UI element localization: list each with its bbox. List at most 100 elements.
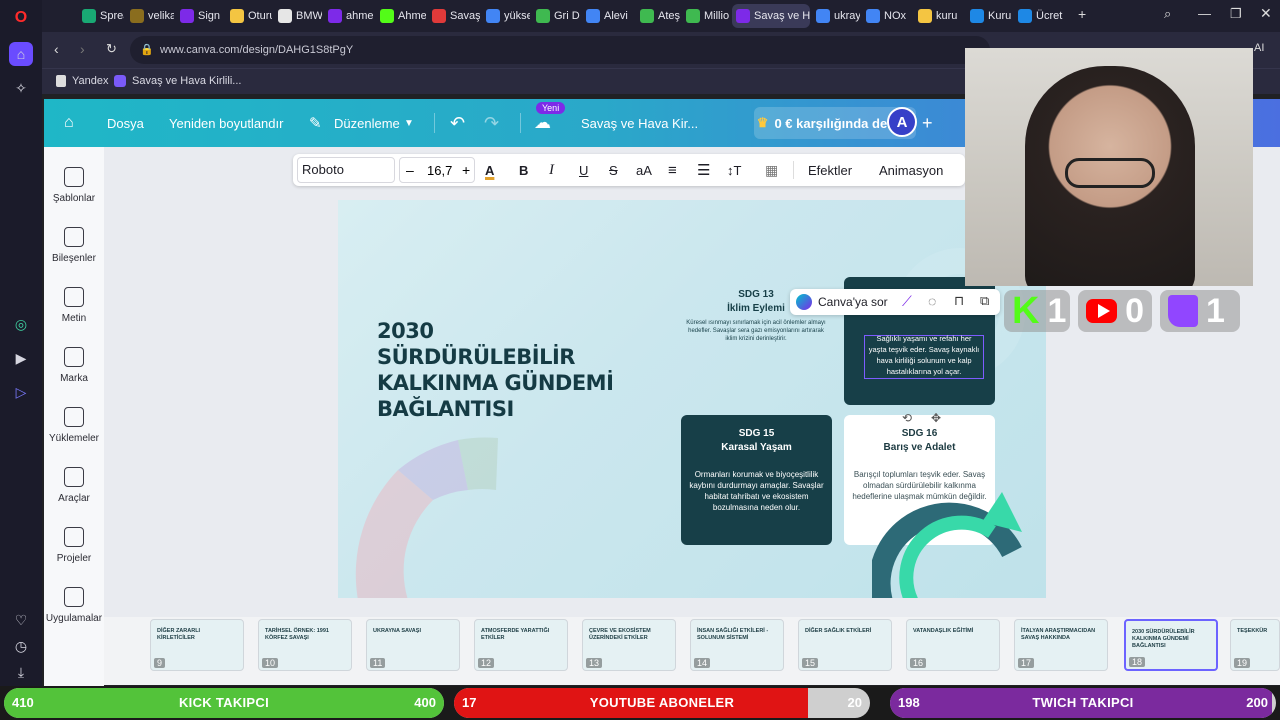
tab-2[interactable]: Sign (176, 4, 224, 28)
page-thumbnail[interactable]: İTALYAN ARAŞTIRMACIDAN SAVAŞ HAKKINDA 17 (1014, 619, 1108, 671)
tab-9[interactable]: Gri D (532, 4, 580, 28)
tab-5[interactable]: ahme (324, 4, 374, 28)
sidebar-item-4[interactable]: Yüklemeler (44, 407, 104, 444)
tab-0[interactable]: Sprea (78, 4, 124, 28)
reload-icon[interactable]: ↻ (106, 41, 117, 57)
favicon-icon (918, 9, 932, 23)
sidebar-item-6[interactable]: Projeler (44, 527, 104, 564)
sdg15-card[interactable]: SDG 15 Karasal Yaşam Ormanları korumak v… (681, 415, 832, 545)
tab-1[interactable]: velika (126, 4, 174, 28)
page-thumbnail[interactable]: 2030 SÜRDÜRÜLEBİLİR KALKINMA GÜNDEMİ BAĞ… (1124, 619, 1218, 671)
add-icon[interactable]: + (922, 99, 933, 147)
font-select[interactable]: Roboto (297, 157, 395, 183)
effects-button[interactable]: Efektler (808, 154, 852, 186)
italic-icon[interactable]: I (549, 154, 554, 186)
avatar[interactable]: A (887, 107, 917, 137)
tab-14[interactable]: ukray (812, 4, 860, 28)
page-thumbnail[interactable]: TEŞEKKÜR 19 (1230, 619, 1280, 671)
sidebar-item-2[interactable]: Metin (44, 287, 104, 324)
pin-icon[interactable]: ✧ (9, 76, 33, 100)
font-size-value[interactable]: 16,7 (427, 163, 452, 178)
tab-12[interactable]: Millio (682, 4, 730, 28)
lock-icon[interactable]: ⊓ (954, 293, 964, 309)
aria-icon[interactable]: ▷ (9, 380, 33, 404)
duplicate-icon[interactable]: ⧉ (980, 293, 989, 309)
animation-button[interactable]: Animasyon (879, 154, 943, 186)
restore-icon[interactable]: ❐ (1230, 6, 1242, 22)
tab-4[interactable]: BMW (274, 4, 322, 28)
sidebar-item-7[interactable]: Uygulamalar (44, 587, 104, 624)
player-icon[interactable]: ▶ (9, 346, 33, 370)
rotate-icon[interactable]: ⟲ (902, 411, 912, 425)
menu-edit[interactable]: Düzenleme (334, 99, 400, 147)
page-thumbnail[interactable]: VATANDAŞLIK EĞİTİMİ 16 (906, 619, 1000, 671)
search-icon[interactable]: ⌕ (1164, 6, 1171, 22)
slide-title[interactable]: 2030 SÜRDÜRÜLEBİLİR KALKINMA GÜNDEMİ BAĞ… (377, 318, 617, 422)
menu-file[interactable]: Dosya (107, 99, 144, 147)
tab-18[interactable]: Ücret (1014, 4, 1070, 28)
history-icon[interactable]: ◷ (9, 634, 33, 658)
favicon-icon (486, 9, 500, 23)
downloads-icon[interactable]: ⤓ (9, 660, 33, 684)
text-color-icon[interactable]: A (485, 154, 494, 186)
page-thumbnail[interactable]: DİĞER SAĞLIK ETKİLERİ 15 (798, 619, 892, 671)
letter-case-icon[interactable]: aA (636, 154, 652, 186)
page-thumbnail[interactable]: ATMOSFERDE YARATTIĞI ETKİLER 12 (474, 619, 568, 671)
page-thumbnail[interactable]: DİĞER ZARARLI KİRLETİCİLER 9 (150, 619, 244, 671)
document-title[interactable]: Savaş ve Hava Kir... (581, 99, 698, 147)
tab-15[interactable]: NOx (862, 4, 912, 28)
page-thumbnail[interactable]: ÇEVRE VE EKOSİSTEM ÜZERİNDEKİ ETKİLER 13 (582, 619, 676, 671)
strikethrough-icon[interactable]: S (609, 154, 618, 186)
tab-3[interactable]: Oturu (226, 4, 272, 28)
decrease-icon[interactable]: – (406, 162, 414, 178)
opera-logo-icon[interactable]: O (9, 6, 33, 30)
minimize-icon[interactable]: — (1198, 6, 1211, 21)
ai-button[interactable]: AI (1254, 42, 1264, 54)
chatgpt-icon[interactable]: ◎ (9, 312, 33, 336)
sidebar-item-1[interactable]: Bileşenler (44, 227, 104, 264)
move-icon[interactable]: ✥ (931, 411, 941, 425)
page-thumbnail[interactable]: UKRAYNA SAVAŞI 11 (366, 619, 460, 671)
page-thumbnail[interactable]: TARİHSEL ÖRNEK: 1991 KÖRFEZ SAVAŞI 10 (258, 619, 352, 671)
sidebar-item-label: Projeler (56, 553, 92, 564)
tab-13[interactable]: Savaş ve H (732, 4, 810, 28)
comment-icon[interactable]: ◌ (928, 293, 936, 309)
tab-10[interactable]: Alevi (582, 4, 634, 28)
url-input[interactable]: 🔒 www.canva.com/design/DAHG1S8tPgY (130, 36, 990, 64)
magic-wand-icon[interactable]: ⟋ (902, 293, 912, 310)
ask-canva-button[interactable]: Canva'ya sor (818, 295, 888, 309)
sdg3-body[interactable]: Sağlıklı yaşamı ve refahı her yaşta teşv… (864, 333, 984, 377)
sidebar-item-5[interactable]: Araçlar (44, 467, 104, 504)
increase-icon[interactable]: + (462, 162, 470, 178)
spacing-icon[interactable]: ↕T (727, 154, 741, 186)
sidebar-item-label: Araçlar (58, 493, 90, 504)
tab-6[interactable]: Ahme (376, 4, 426, 28)
sidebar-item-3[interactable]: Marka (44, 347, 104, 384)
forward-icon[interactable]: › (80, 41, 85, 57)
list-icon[interactable]: ☰ (697, 154, 710, 186)
tab-16[interactable]: kuru (914, 4, 964, 28)
tab-17[interactable]: Kurul (966, 4, 1012, 28)
underline-icon[interactable]: U (579, 154, 588, 186)
slide-canvas[interactable]: 2030 SÜRDÜRÜLEBİLİR KALKINMA GÜNDEMİ BAĞ… (338, 200, 1046, 598)
align-center-icon[interactable]: ≡ (668, 154, 677, 186)
undo-icon[interactable]: ↶ (450, 99, 465, 147)
redo-icon[interactable]: ↷ (484, 99, 499, 147)
close-icon[interactable]: ✕ (1260, 5, 1272, 22)
tab-label: Savaş (450, 10, 480, 22)
sidebar-item-0[interactable]: Şablonlar (44, 167, 104, 204)
home-icon[interactable]: ⌂ (9, 42, 33, 66)
page-thumbnail[interactable]: İNSAN SAĞLIĞI ETKİLERİ - SOLUNUM SİSTEMİ… (690, 619, 784, 671)
back-icon[interactable]: ‹ (54, 41, 59, 57)
transparency-icon[interactable]: ▦ (765, 154, 778, 186)
bold-icon[interactable]: B (519, 154, 528, 186)
bookmark-yandex[interactable]: Yandex (72, 75, 109, 87)
heart-icon[interactable]: ♡ (9, 608, 33, 632)
menu-resize[interactable]: Yeniden boyutlandır (169, 99, 283, 147)
bookmark-canva[interactable]: Savaş ve Hava Kirlili... (132, 75, 241, 87)
tab-11[interactable]: Ateş (636, 4, 680, 28)
tab-8[interactable]: yükse (482, 4, 530, 28)
tab-7[interactable]: Savaş (428, 4, 480, 28)
new-tab-icon[interactable]: + (1078, 6, 1086, 22)
home-icon[interactable]: ⌂ (64, 99, 74, 147)
